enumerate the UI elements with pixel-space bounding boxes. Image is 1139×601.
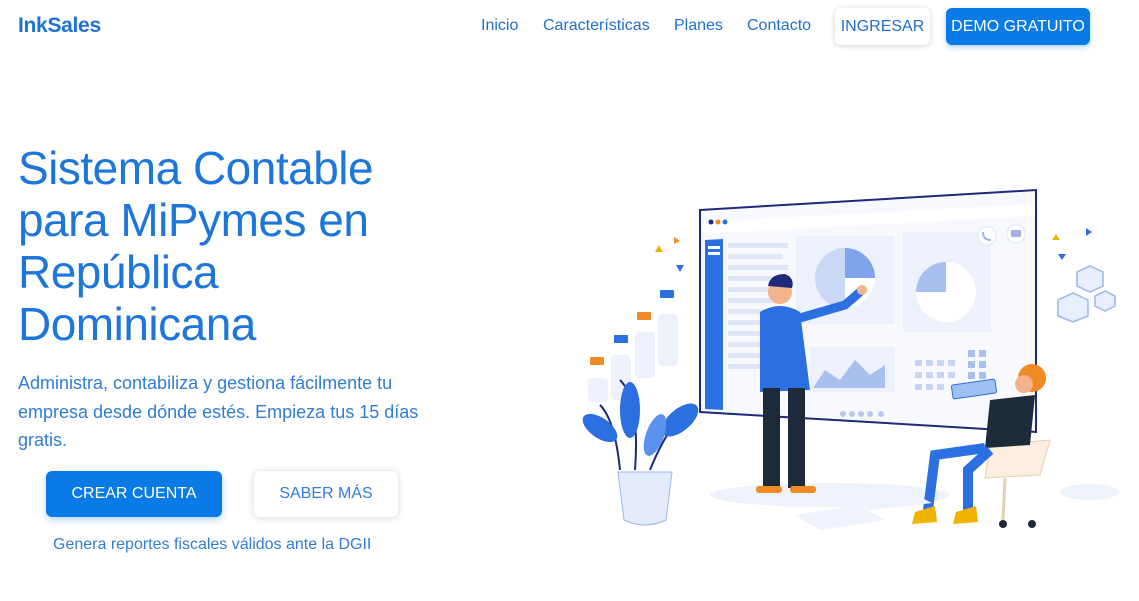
learn-more-button[interactable]: SABER MÁS [254,471,398,517]
hero-subtitle: Administra, contabiliza y gestiona fácil… [18,373,419,450]
top-navbar: InkSales Inicio Características Planes C… [0,0,1139,54]
nav-link-caracteristicas[interactable]: Características [543,17,650,35]
cubes [1057,265,1116,323]
login-button[interactable]: INGRESAR [835,8,930,45]
create-account-button[interactable]: CREAR CUENTA [46,471,222,517]
phone-icon [977,226,997,246]
hero-illustration [582,188,1120,530]
dashboard-monitor [699,188,1037,434]
nav-link-contacto[interactable]: Contacto [747,17,811,35]
free-demo-button[interactable]: DEMO GRATUITO [946,8,1090,45]
chat-icon [1006,224,1026,244]
fiscal-reports-note: Genera reportes fiscales válidos ante la… [53,536,372,553]
hero-title: Sistema Contable para MiPymes en Repúbli… [18,142,374,350]
nav-link-planes[interactable]: Planes [674,17,723,35]
brand-logo[interactable]: InkSales [18,14,101,38]
nav-link-inicio[interactable]: Inicio [481,17,518,35]
